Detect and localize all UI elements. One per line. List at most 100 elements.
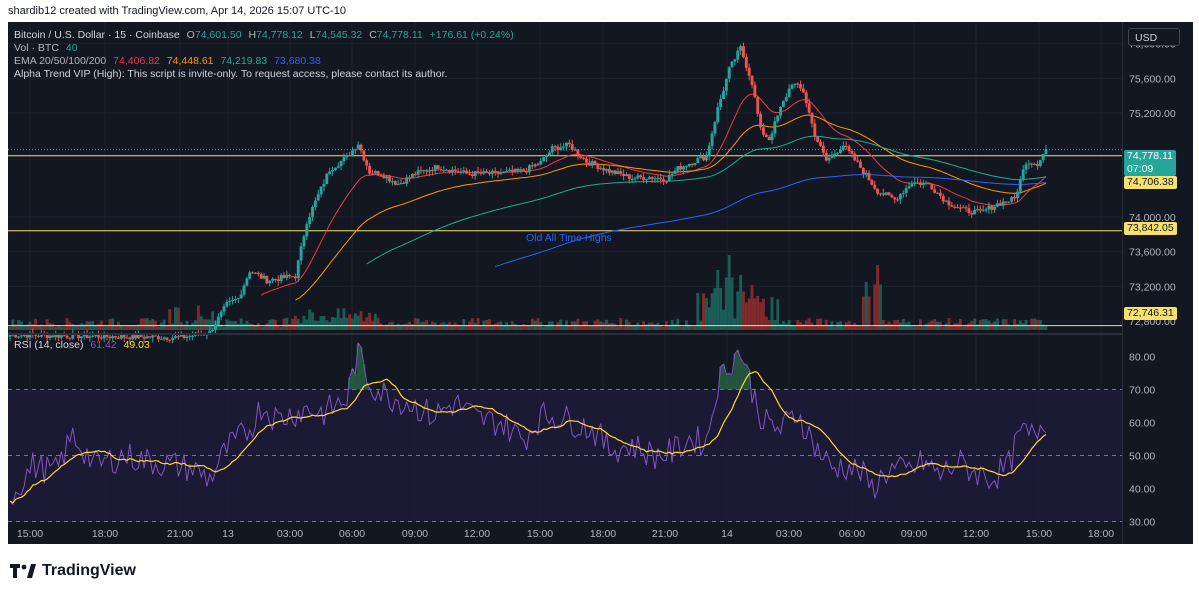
- candle-body: [873, 184, 877, 189]
- legend-symbol[interactable]: Bitcoin / U.S. Dollar · 15 · Coinbase: [14, 29, 180, 41]
- legend-volume[interactable]: Vol · BTC 40: [14, 42, 82, 54]
- volume-bar: [439, 323, 443, 330]
- candle-body: [373, 171, 377, 174]
- candle-body: [593, 161, 597, 166]
- price-scale[interactable]: 76,000.0075,600.0075,200.0074,000.0073,6…: [1122, 22, 1193, 544]
- candle-body: [693, 162, 697, 165]
- volume-bar: [171, 323, 175, 330]
- candle-body: [559, 147, 563, 151]
- candle-body: [191, 335, 195, 337]
- candle-body: [619, 171, 623, 174]
- script-note-text: Alpha Trend VIP (High): This script is i…: [14, 68, 448, 80]
- candle-body: [316, 194, 320, 201]
- volume-bar: [1016, 323, 1019, 330]
- volume-bar: [139, 318, 143, 330]
- candle-body: [382, 175, 386, 179]
- volume-bar: [493, 323, 497, 330]
- volume-bar: [807, 318, 811, 330]
- legend-rsi-value: 61.42: [90, 339, 117, 351]
- candle-body: [328, 171, 332, 174]
- candle-body: [793, 83, 797, 85]
- volume-bar: [97, 323, 100, 330]
- volume-bar: [196, 305, 200, 330]
- candle-body: [285, 274, 289, 278]
- candle-body: [239, 294, 243, 299]
- candle-body: [990, 205, 994, 210]
- candle-body: [867, 173, 871, 181]
- volume-bar: [419, 322, 423, 330]
- volume-bar: [576, 318, 580, 330]
- candle-body: [927, 182, 931, 185]
- candle-body: [996, 203, 999, 207]
- volume-bar: [679, 326, 683, 330]
- time-tick-label: 15:00: [1026, 528, 1052, 540]
- candle-body: [462, 170, 466, 173]
- volume-bar: [767, 319, 771, 330]
- volume-bar: [813, 326, 817, 330]
- chart-frame[interactable]: 15:00 18:00 21:00 13 03:00 06:00 09:00 12:00 15:…: [8, 22, 1122, 544]
- candle-body: [596, 165, 600, 170]
- volume-bar: [242, 323, 246, 330]
- candle-body: [847, 146, 851, 152]
- volume-bar: [742, 291, 745, 330]
- candle-body: [893, 197, 897, 200]
- candle-body: [162, 337, 166, 339]
- volume-bar: [102, 326, 106, 330]
- candle-body: [296, 260, 300, 279]
- price-scale-canvas: 76,000.0075,600.0075,200.0074,000.0073,6…: [1129, 39, 1176, 529]
- candle-body: [953, 206, 957, 208]
- legend-script-note[interactable]: Alpha Trend VIP (High): This script is i…: [14, 68, 451, 80]
- volume-bar: [722, 309, 725, 330]
- volume-bar: [958, 318, 962, 330]
- candle-body: [402, 182, 406, 184]
- candle-body: [165, 337, 169, 340]
- candle-body: [182, 334, 186, 339]
- candle-body: [599, 168, 603, 170]
- candle-body: [476, 171, 480, 173]
- candle-body: [379, 175, 383, 177]
- chart-canvas[interactable]: 15:00 18:00 21:00 13 03:00 06:00 09:00 12:00 15:…: [8, 22, 1122, 544]
- tradingview-logo[interactable]: TradingView: [10, 562, 136, 580]
- volume-bar: [14, 324, 18, 330]
- candle-body: [245, 278, 249, 286]
- time-tick-label: 03:00: [277, 528, 303, 540]
- candle-body: [248, 272, 252, 279]
- candle-body: [1033, 163, 1037, 165]
- volume-bar: [288, 323, 292, 330]
- candle-body: [956, 206, 959, 208]
- candle-body: [490, 170, 494, 174]
- candle-body: [448, 170, 451, 173]
- time-tick-label: 15:00: [17, 528, 43, 540]
- candle-body: [744, 57, 748, 68]
- volume-bar: [973, 318, 977, 330]
- volume-bar: [1044, 326, 1048, 330]
- candle-body: [174, 336, 177, 338]
- candle-body: [459, 172, 463, 174]
- volume-bar: [325, 320, 329, 330]
- volume-bar: [345, 317, 349, 330]
- candle-body: [51, 335, 55, 338]
- candle-body: [796, 83, 800, 85]
- annotation-old-ath[interactable]: Old All Time Highs: [526, 232, 612, 244]
- time-tick-label: 13: [222, 528, 234, 540]
- candle-body: [936, 192, 939, 194]
- volume-bar: [162, 319, 166, 330]
- candle-body: [151, 335, 155, 338]
- candle-body: [719, 98, 723, 108]
- legend-ema[interactable]: EMA 20/50/100/200 74,406.82 74,448.61 74…: [14, 55, 325, 67]
- candle-body: [762, 127, 765, 135]
- volume-bar: [859, 326, 862, 330]
- legend-rsi[interactable]: RSI (14, close) 61.42 49.03: [14, 339, 154, 351]
- volume-bar: [702, 293, 705, 330]
- volume-bar: [262, 326, 266, 330]
- candle-body: [445, 170, 449, 172]
- candle-body: [924, 182, 928, 184]
- volume-bar: [188, 325, 192, 330]
- candle-body: [333, 167, 337, 171]
- candle-body: [722, 90, 725, 99]
- volume-bar: [322, 315, 326, 330]
- currency-button[interactable]: USD: [1128, 28, 1180, 46]
- volume-bar: [453, 322, 457, 330]
- candle-body: [348, 155, 352, 157]
- candle-body: [516, 168, 520, 171]
